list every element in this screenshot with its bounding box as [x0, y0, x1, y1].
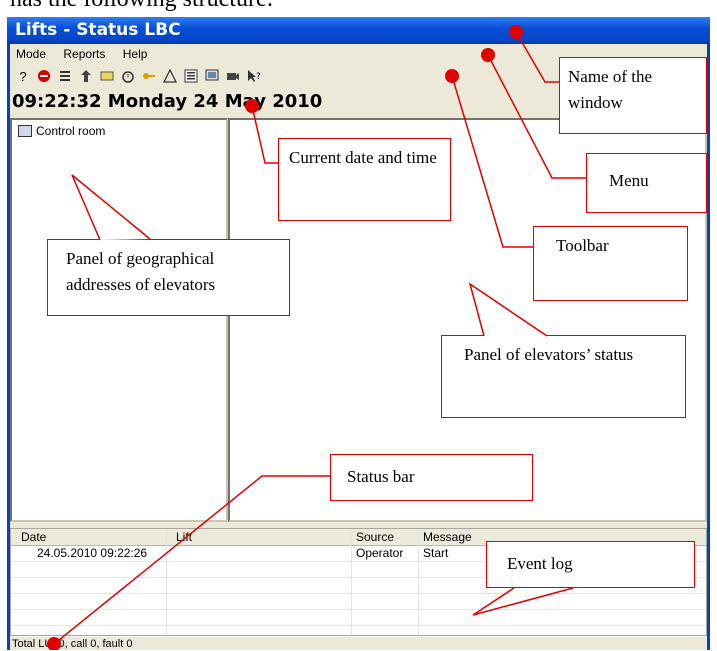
tree-item-label: Control room — [36, 124, 106, 138]
col-message[interactable]: Message — [423, 530, 472, 544]
row-date: 24.05.2010 09:22:26 — [37, 546, 148, 560]
warning-icon[interactable] — [161, 67, 179, 85]
geo-address-panel: Control room — [10, 118, 228, 522]
col-source[interactable]: Source — [356, 530, 394, 544]
display-icon[interactable] — [203, 67, 221, 85]
row-message: Start — [423, 546, 449, 560]
annotation-event-log: Event log — [486, 541, 695, 588]
camera-icon[interactable] — [224, 67, 242, 85]
tree-item-control-room[interactable]: Control room — [18, 124, 105, 138]
help-icon[interactable]: ? — [14, 67, 32, 85]
current-datetime: 09:22:32 Monday 24 May 2010 — [12, 91, 323, 112]
table-row — [11, 610, 706, 626]
menu-help[interactable]: Help — [123, 47, 148, 61]
alarm-clock-icon[interactable] — [119, 67, 137, 85]
status-bar: Total LU: 0, call 0, fault 0 — [10, 636, 707, 650]
svg-text:?: ? — [256, 72, 261, 82]
annotation-status-panel: Panel of elevators’ status — [441, 335, 686, 418]
window-title: Lifts - Status LBC — [7, 17, 710, 44]
annotation-datetime: Current date and time — [278, 138, 451, 221]
key-icon[interactable] — [140, 67, 158, 85]
menu-reports[interactable]: Reports — [63, 47, 105, 61]
log-icon[interactable] — [182, 67, 200, 85]
table-row — [11, 594, 706, 610]
panel-icon[interactable] — [98, 67, 116, 85]
col-date[interactable]: Date — [21, 530, 46, 544]
annotation-window-name: Name of the window — [559, 57, 707, 134]
annotation-status-bar: Status bar — [330, 454, 533, 501]
row-source: Operator — [356, 546, 404, 560]
list-icon[interactable] — [56, 67, 74, 85]
col-lift[interactable]: Lift — [176, 530, 192, 544]
stop-icon[interactable] — [35, 67, 53, 85]
monitor-icon — [18, 125, 32, 137]
annotation-toolbar: Toolbar — [533, 226, 688, 301]
lift-icon[interactable] — [77, 67, 95, 85]
whats-this-icon[interactable]: ? — [245, 67, 263, 85]
menu-mode[interactable]: Mode — [16, 47, 46, 61]
annotation-menu: Menu — [586, 153, 707, 213]
document-text: has the following structure: — [10, 0, 273, 13]
annotation-geo-panel: Panel of geographical addresses of eleva… — [47, 239, 290, 316]
